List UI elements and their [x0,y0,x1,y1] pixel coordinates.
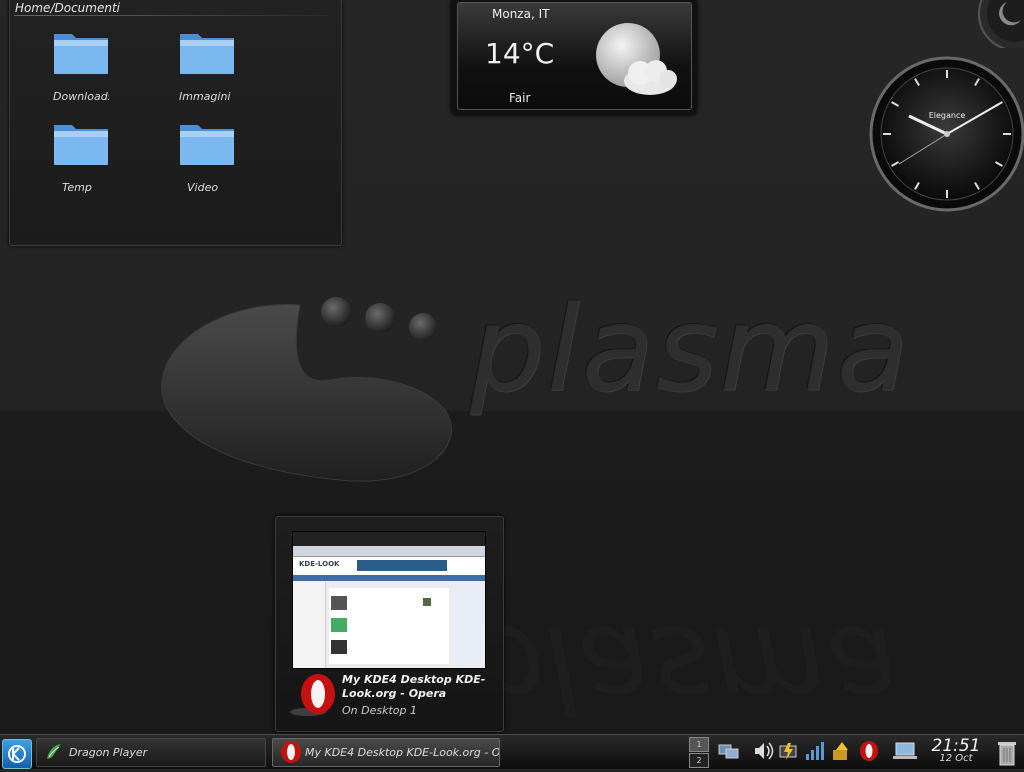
folder-view-path: Home/Documenti [15,1,120,15]
updates-notifier-icon[interactable] [830,740,852,762]
volume-icon[interactable] [752,740,774,762]
window-thumbnail[interactable]: KDE-LOOK [292,531,486,669]
opera-tray-icon[interactable] [858,740,880,762]
folder-item-label: Immagini [179,90,231,103]
opera-icon [290,674,335,716]
desktop-pager[interactable]: 1 2 [689,737,709,768]
analog-clock-widget[interactable]: Elegance [869,56,1024,212]
folder-icon [54,34,108,74]
task-dragon-player[interactable]: Dragon Player [36,738,266,767]
pager-desktop-1[interactable]: 1 [689,737,709,752]
weather-widget[interactable]: Monza, IT 14°C Fair [451,0,697,115]
moon-phase-icon[interactable] [975,0,1024,48]
folder-item-label: Video [187,181,219,194]
folder-item-immagini[interactable]: Immagini [162,28,252,103]
task-opera[interactable]: My KDE4 Desktop KDE-Look.org - Opera [272,738,500,767]
trash-icon[interactable] [996,738,1018,766]
weather-location: Monza, IT [492,7,550,21]
opera-icon [281,741,301,763]
thumbnail-site-logo: KDE-LOOK [299,560,340,568]
task-label: My KDE4 Desktop KDE-Look.org - Opera [305,746,500,759]
moon-cloud-icon [596,23,677,95]
folder-item-label: Downloads [53,90,109,103]
task-label: Dragon Player [69,746,148,759]
taskbar-panel: Dragon Player My KDE4 Desktop KDE-Look.o… [0,734,1024,769]
weather-panel: Monza, IT 14°C Fair [457,2,692,110]
folder-item-temp[interactable]: Temp [36,119,126,194]
network-signal-icon[interactable] [804,740,826,762]
panel-clock-date[interactable]: 12 Oct [930,753,982,764]
kde-logo-icon [8,745,26,763]
folder-icon [180,125,234,165]
battery-power-icon[interactable] [778,740,800,762]
folder-icon [180,34,234,74]
folder-view-divider [14,15,329,16]
folder-view-widget[interactable]: Home/Documenti Downloads Immagini Temp V… [9,0,342,246]
show-desktop-icon[interactable] [718,740,740,762]
folder-item-downloads[interactable]: Downloads [36,28,126,103]
wallpaper-plasma-text: plasma [470,280,911,418]
pager-desktop-2[interactable]: 2 [689,753,709,768]
weather-condition: Fair [509,91,531,105]
task-preview-tooltip[interactable]: KDE-LOOK My KDE4 Desktop KDE-Look.org - … [275,516,504,732]
laptop-icon[interactable] [892,740,918,762]
kickoff-menu-button[interactable] [2,739,32,769]
wallpaper-plasma-reflection: plasma [470,600,899,738]
folder-item-label: Temp [62,181,92,194]
dragon-player-icon [47,744,61,759]
folder-item-video[interactable]: Video [162,119,252,194]
clock-brand: Elegance [929,111,966,120]
folder-icon [54,125,108,165]
weather-temperature: 14°C [485,37,555,70]
tooltip-desktop-label: On Desktop 1 [342,704,417,717]
tooltip-window-title: My KDE4 Desktop KDE-Look.org - Opera [342,673,486,700]
